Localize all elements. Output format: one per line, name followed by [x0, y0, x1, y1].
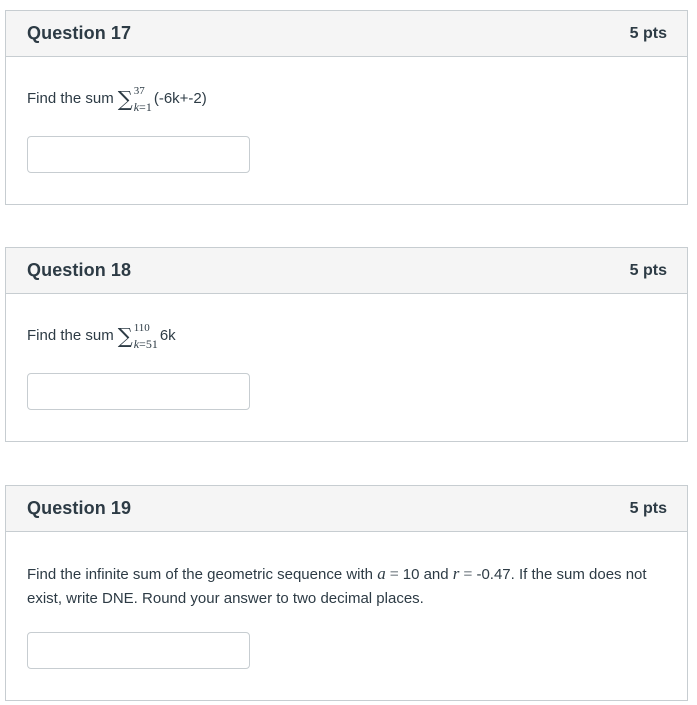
- variable-a: a: [377, 564, 386, 583]
- question-points: 5 pts: [629, 24, 667, 42]
- prompt-text: Find the sum: [27, 327, 114, 344]
- summation-expression: ∑ 110 k=51: [117, 322, 158, 351]
- question-points: 5 pts: [629, 499, 667, 517]
- question-prompt: Find the sum ∑ 37 k=1 (-6k+-2): [27, 85, 207, 114]
- equals-sign: =: [463, 566, 473, 583]
- value-a: 10 and: [402, 566, 449, 583]
- summand: (-6k+-2): [153, 90, 207, 107]
- summation-lower-limit: k=51: [134, 337, 158, 351]
- summation-upper-limit: 37: [133, 85, 145, 97]
- sigma-symbol: ∑: [117, 87, 133, 111]
- question-points: 5 pts: [629, 261, 667, 279]
- answer-input[interactable]: [27, 632, 250, 669]
- question-header: Question 17 5 pts: [6, 11, 687, 57]
- question-17-card: Question 17 5 pts Find the sum ∑ 37 k=1 …: [5, 10, 688, 205]
- summand: 6k: [159, 327, 176, 344]
- summation-limits: 37 k=1: [133, 85, 152, 114]
- summation-limits: 110 k=51: [133, 322, 158, 351]
- question-header: Question 18 5 pts: [6, 248, 687, 294]
- question-prompt: Find the infinite sum of the geometric s…: [27, 562, 657, 611]
- answer-input[interactable]: [27, 136, 250, 173]
- variable-r: r: [452, 564, 460, 583]
- summation-lower-limit: k=1: [134, 100, 152, 114]
- question-18-card: Question 18 5 pts Find the sum ∑ 110 k=5…: [5, 247, 688, 442]
- summation-expression: ∑ 37 k=1: [117, 85, 152, 114]
- summation-lower-value: =51: [139, 337, 158, 351]
- question-header: Question 19 5 pts: [6, 486, 687, 532]
- question-title: Question 17: [27, 23, 132, 43]
- equals-sign: =: [389, 566, 399, 583]
- question-19-card: Question 19 5 pts Find the infinite sum …: [5, 485, 688, 701]
- question-prompt: Find the sum ∑ 110 k=51 6k: [27, 322, 176, 351]
- prompt-text: Find the sum: [27, 90, 114, 107]
- question-title: Question 18: [27, 260, 132, 280]
- summation-upper-limit: 110: [133, 322, 150, 334]
- summation-lower-value: =1: [139, 100, 152, 114]
- prompt-text-part1: Find the infinite sum of the geometric s…: [27, 566, 374, 583]
- sigma-symbol: ∑: [117, 324, 133, 348]
- question-title: Question 19: [27, 498, 132, 518]
- answer-input[interactable]: [27, 373, 250, 410]
